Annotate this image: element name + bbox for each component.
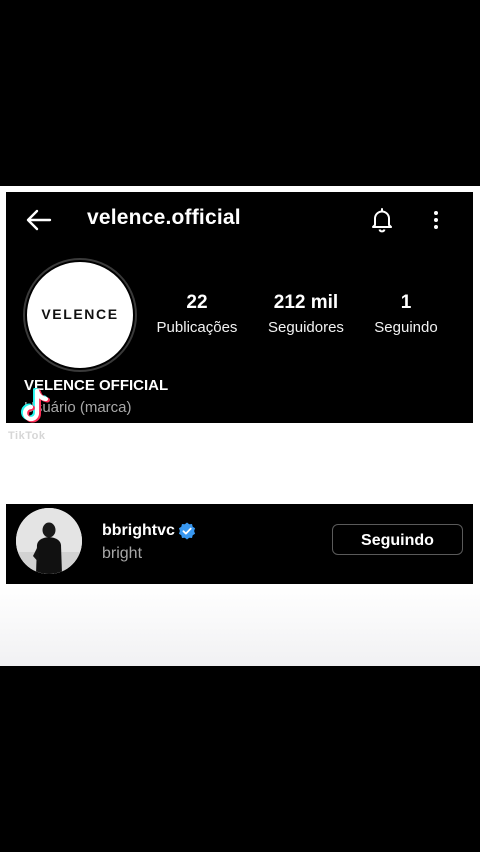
stat-followers[interactable]: 212 mil Seguidores	[258, 292, 354, 336]
tiktok-watermark-text: TikTok	[8, 430, 46, 442]
followers-count: 212 mil	[273, 292, 339, 313]
person-photo-icon	[16, 508, 82, 574]
profile-header: velence.official VELENCE 22 Publicações …	[6, 192, 473, 423]
tiktok-logo-icon	[21, 388, 50, 423]
following-account-row[interactable]: bbrightvc bright Seguindo	[6, 504, 473, 584]
following-button[interactable]: Seguindo	[332, 524, 463, 555]
posts-label: Publicações	[156, 319, 238, 336]
followers-label: Seguidores	[268, 319, 344, 336]
verified-badge-icon	[178, 522, 196, 540]
more-options-icon[interactable]	[426, 207, 446, 233]
account-username[interactable]: bbrightvc	[102, 522, 175, 540]
profile-avatar[interactable]: VELENCE	[25, 260, 135, 370]
stat-posts[interactable]: 22 Publicações	[151, 292, 243, 336]
bell-icon[interactable]	[368, 206, 396, 234]
account-name: bright	[102, 545, 143, 562]
profile-username-title: velence.official	[87, 206, 241, 229]
account-avatar[interactable]	[16, 508, 82, 574]
back-arrow-icon[interactable]	[24, 205, 54, 235]
following-label: Seguindo	[374, 319, 438, 336]
following-count: 1	[400, 292, 412, 313]
posts-count: 22	[186, 292, 208, 313]
stat-following[interactable]: 1 Seguindo	[363, 292, 449, 336]
avatar-logo-text: VELENCE	[41, 306, 119, 322]
